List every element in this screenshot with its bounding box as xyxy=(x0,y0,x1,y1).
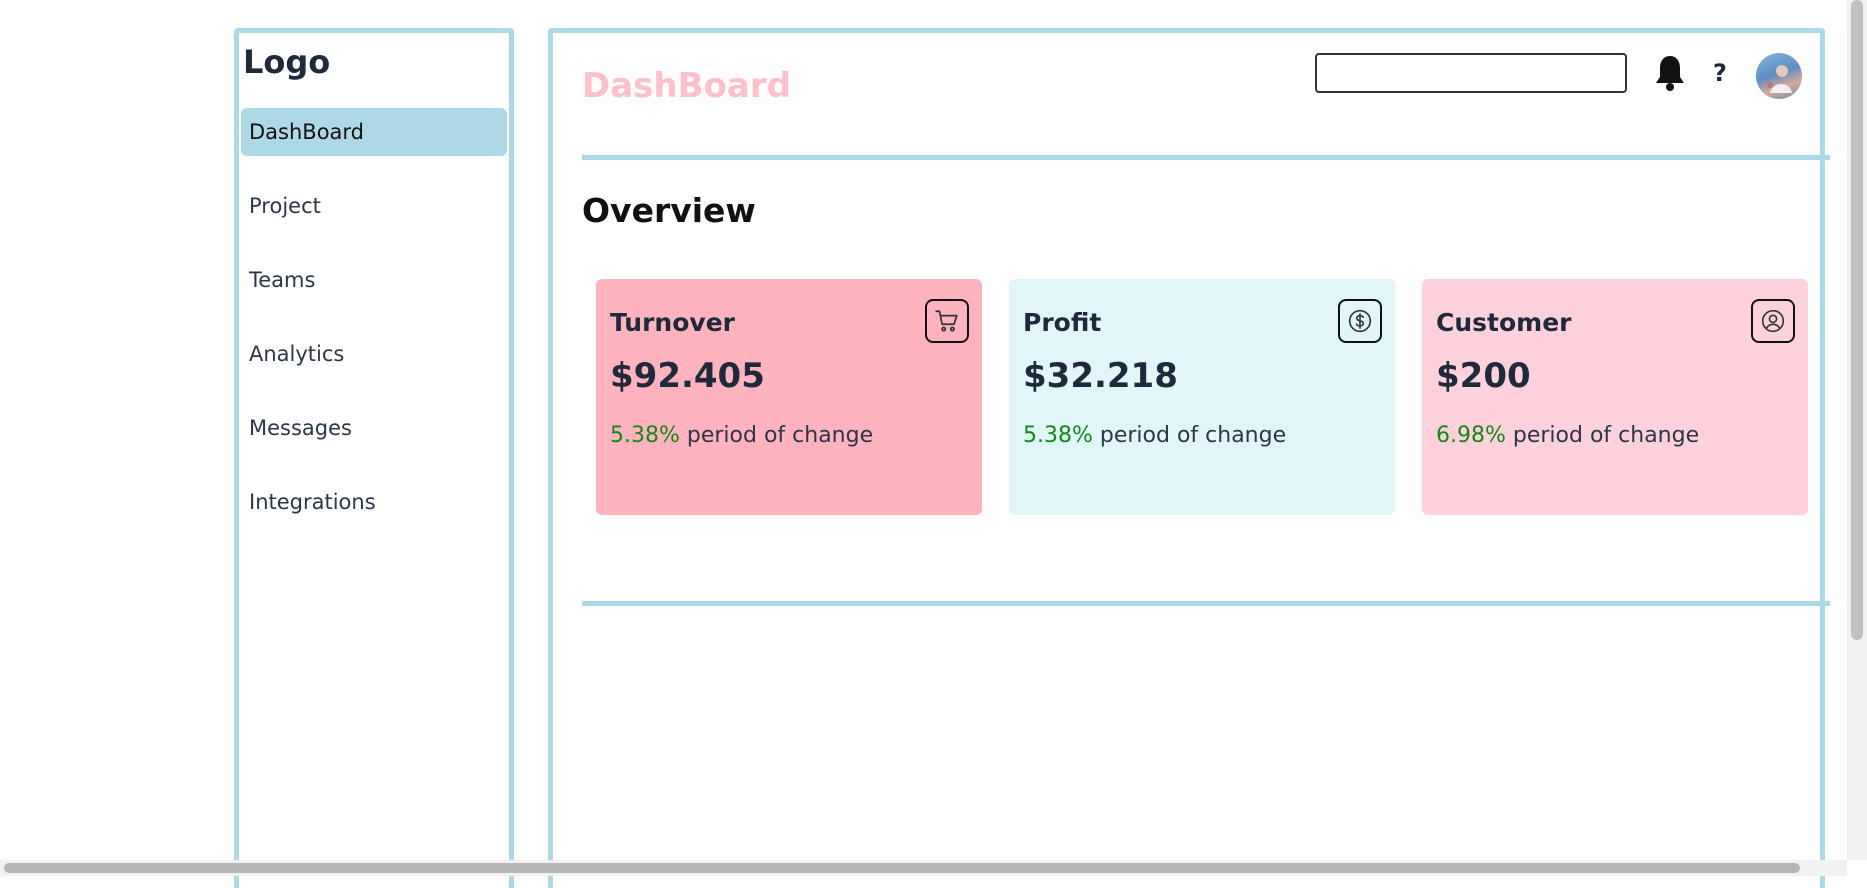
card-value: $32.218 xyxy=(1023,356,1178,396)
change-label: period of change xyxy=(686,423,874,448)
vertical-scrollbar-thumb[interactable] xyxy=(1851,0,1863,640)
vertical-scrollbar[interactable] xyxy=(1847,0,1867,860)
horizontal-scrollbar-thumb[interactable] xyxy=(4,863,1800,873)
user-icon[interactable] xyxy=(1751,299,1795,343)
search-input[interactable] xyxy=(1315,53,1627,93)
horizontal-scrollbar[interactable] xyxy=(0,860,1847,876)
sidebar-item-project[interactable]: Project xyxy=(241,182,507,230)
logo: Logo xyxy=(243,43,331,81)
card-title: Turnover xyxy=(610,308,735,337)
bell-icon[interactable] xyxy=(1653,53,1687,93)
sidebar-item-messages[interactable]: Messages xyxy=(241,404,507,452)
change-percent: 5.38% xyxy=(1023,423,1093,448)
help-icon[interactable]: ? xyxy=(1713,59,1727,87)
sidebar-item-analytics[interactable]: Analytics xyxy=(241,330,507,378)
change-percent: 6.98% xyxy=(1436,423,1506,448)
card-value: $92.405 xyxy=(610,356,765,396)
stat-card-turnover: Turnover $92.405 5.38% period of change xyxy=(596,279,982,515)
cart-icon[interactable] xyxy=(925,299,969,343)
card-change: 5.38% period of change xyxy=(610,423,873,448)
main-panel: DashBoard ? Overview Turnover $92.405 5.… xyxy=(548,28,1830,888)
section-divider xyxy=(582,601,1830,606)
sidebar-nav: DashBoard Project Teams Analytics Messag… xyxy=(239,108,509,552)
card-value: $200 xyxy=(1436,356,1531,396)
stat-cards: Turnover $92.405 5.38% period of change … xyxy=(596,279,1816,515)
avatar[interactable] xyxy=(1756,53,1802,99)
sidebar-item-dashboard[interactable]: DashBoard xyxy=(241,108,507,156)
change-label: period of change xyxy=(1099,423,1287,448)
stat-card-customer: Customer $200 6.98% period of change xyxy=(1422,279,1808,515)
sidebar-item-integrations[interactable]: Integrations xyxy=(241,478,507,526)
stat-card-profit: Profit $32.218 5.38% period of change xyxy=(1009,279,1395,515)
page-title: DashBoard xyxy=(582,66,791,106)
dollar-icon[interactable] xyxy=(1338,299,1382,343)
card-title: Customer xyxy=(1436,308,1572,337)
sidebar: Logo DashBoard Project Teams Analytics M… xyxy=(234,28,514,888)
change-label: period of change xyxy=(1512,423,1700,448)
card-title: Profit xyxy=(1023,308,1102,337)
card-change: 5.38% period of change xyxy=(1023,423,1286,448)
header-divider xyxy=(582,155,1830,160)
sidebar-item-teams[interactable]: Teams xyxy=(241,256,507,304)
card-change: 6.98% period of change xyxy=(1436,423,1699,448)
section-title: Overview xyxy=(582,191,756,230)
change-percent: 5.38% xyxy=(610,423,680,448)
